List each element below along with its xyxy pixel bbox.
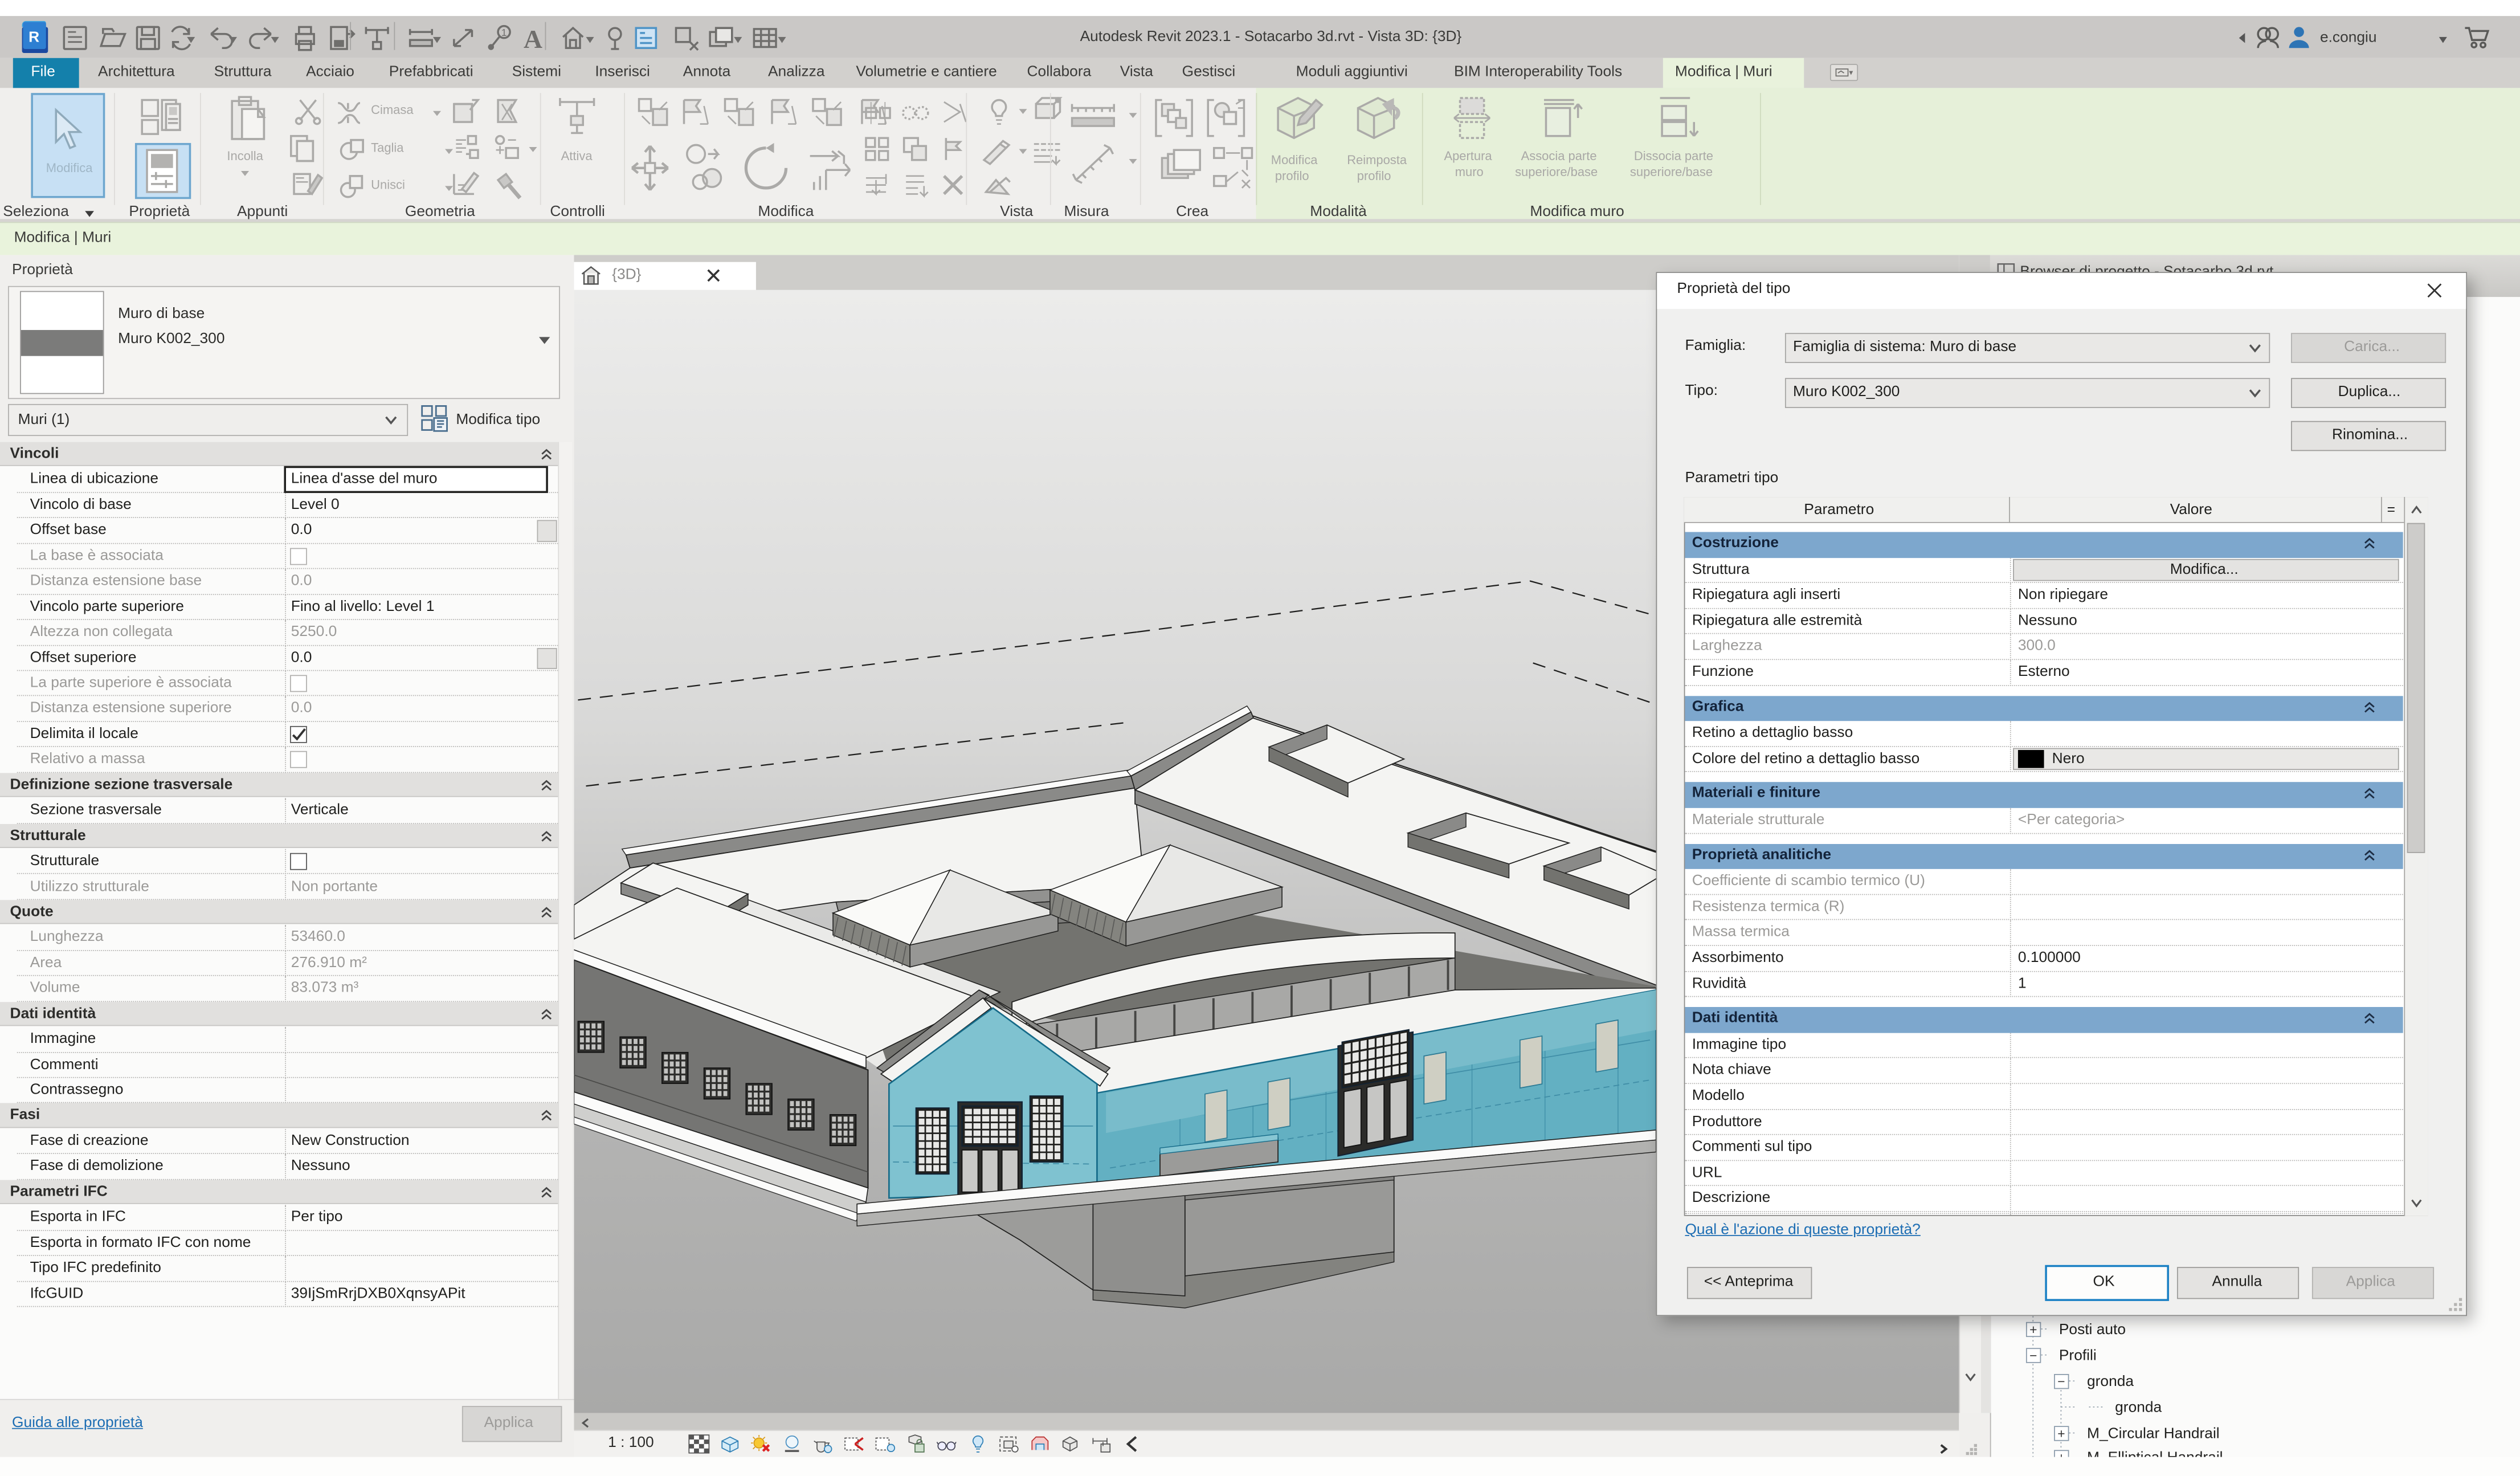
svg-text:A: A [524,25,542,54]
svg-text:R: R [28,28,39,46]
svg-text:1: 1 [501,27,507,38]
